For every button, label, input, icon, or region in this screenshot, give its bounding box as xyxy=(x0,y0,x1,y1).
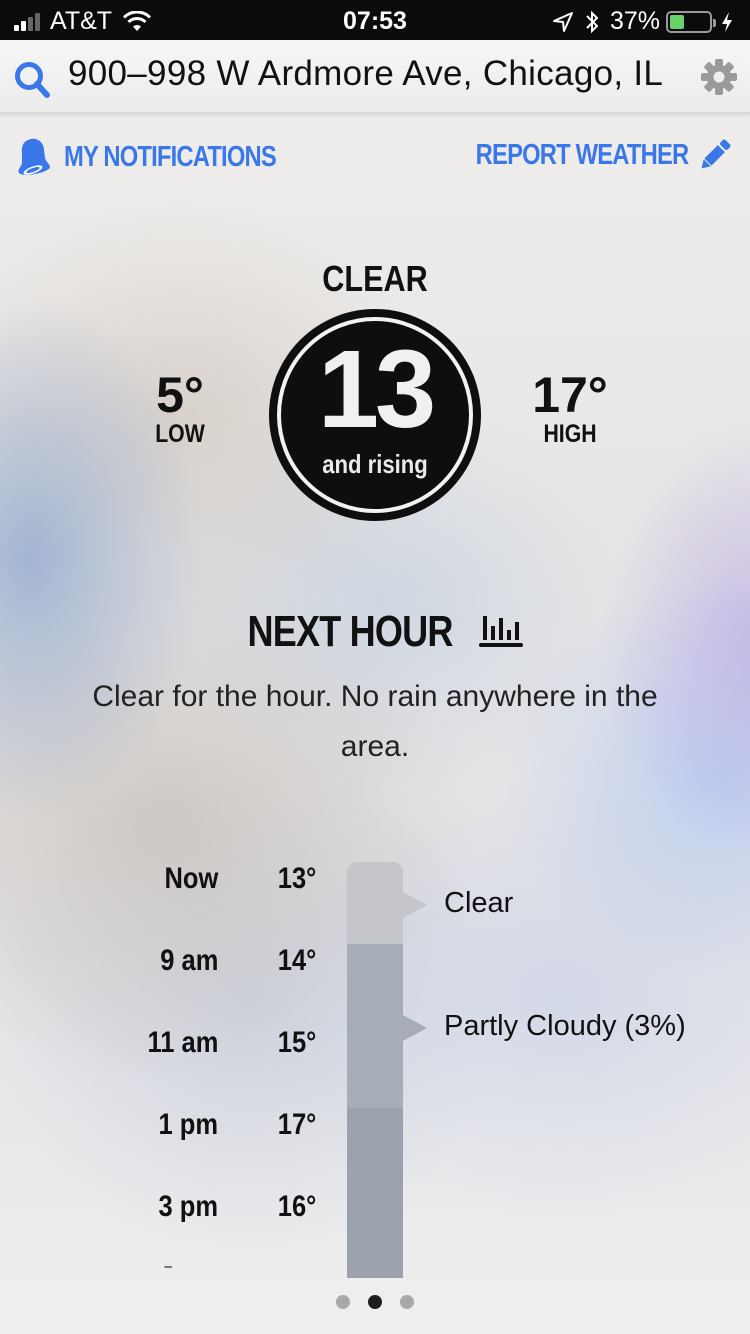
page-dot[interactable] xyxy=(368,1295,382,1309)
hour-label: – xyxy=(164,1258,172,1275)
hourly-timeline[interactable]: Now 13° 9 am 14° 11 am 15° 1 pm 17° 3 pm… xyxy=(0,0,750,1334)
hourly-row: 9 am 14° xyxy=(100,944,330,984)
segment-pointer xyxy=(403,892,427,918)
hourly-row: 1 pm 17° xyxy=(100,1108,330,1148)
hourly-row: 11 am 15° xyxy=(100,1026,330,1066)
hour-label: 9 am xyxy=(159,944,218,977)
hour-temperature: 17° xyxy=(277,1108,316,1141)
page-dot[interactable] xyxy=(336,1295,350,1309)
hour-label: 11 am xyxy=(147,1026,218,1059)
page-indicator[interactable] xyxy=(0,1295,750,1309)
hour-label: 3 pm xyxy=(158,1190,218,1223)
hour-temperature: 16° xyxy=(277,1190,316,1223)
page-dot[interactable] xyxy=(400,1295,414,1309)
condition-segment xyxy=(347,862,403,944)
hour-temperature: 13° xyxy=(277,862,316,895)
hourly-row: – xyxy=(100,1258,330,1298)
hour-label: 1 pm xyxy=(158,1108,218,1141)
segment-pointer xyxy=(403,1015,427,1041)
hour-temperature: 15° xyxy=(277,1026,316,1059)
hourly-row: Now 13° xyxy=(100,862,330,902)
condition-segment xyxy=(347,1108,403,1278)
hour-temperature: 14° xyxy=(277,944,316,977)
hour-label: Now xyxy=(164,862,218,895)
hourly-row: 3 pm 16° xyxy=(100,1190,330,1230)
condition-segment xyxy=(347,944,403,1108)
condition-bar xyxy=(347,862,403,1278)
segment-condition-label: Partly Cloudy (3%) xyxy=(444,1010,686,1042)
segment-condition-label: Clear xyxy=(444,887,514,919)
